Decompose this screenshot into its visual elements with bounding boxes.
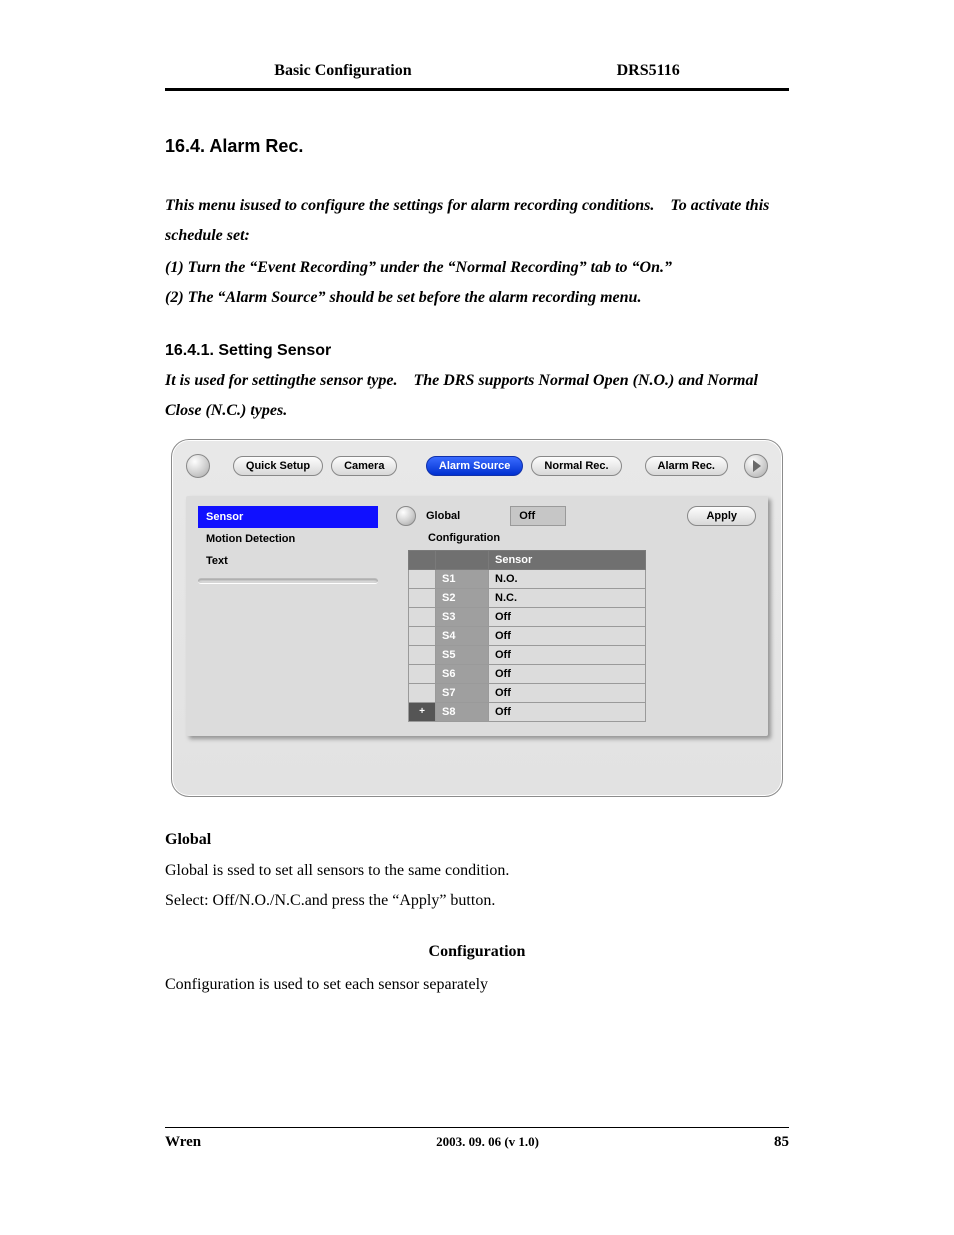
tab-alarm-source[interactable]: Alarm Source (426, 456, 524, 476)
section-intro: This menu isused to configure the settin… (165, 191, 789, 250)
configuration-text: Configuration is used to set each sensor… (165, 973, 789, 997)
header-rule (165, 88, 789, 91)
section-step-2: (2) The “Alarm Source” should be set bef… (165, 286, 789, 310)
sensor-value[interactable]: N.C. (489, 589, 646, 608)
sensor-table-header-blank2 (436, 551, 489, 570)
table-row: S7Off (409, 684, 646, 703)
subsection-title: 16.4.1. Setting Sensor (165, 342, 789, 360)
global-text-2: Select: Off/N.O./N.C.and press the “Appl… (165, 889, 789, 913)
expand-icon[interactable]: + (409, 703, 436, 722)
sensor-id: S3 (436, 608, 489, 627)
side-list: Sensor Motion Detection Text (198, 506, 378, 722)
section-step-1: (1) Turn the “Event Recording” under the… (165, 256, 789, 280)
sensor-value[interactable]: Off (489, 665, 646, 684)
sensor-id: S2 (436, 589, 489, 608)
table-row: S1N.O. (409, 570, 646, 589)
table-row: +S8Off (409, 703, 646, 722)
footer-page-number: 85 (774, 1134, 789, 1151)
sensor-table-header: Sensor (489, 551, 646, 570)
table-row: S3Off (409, 608, 646, 627)
side-separator (198, 578, 378, 584)
tab-alarm-rec[interactable]: Alarm Rec. (645, 456, 728, 476)
sensor-value[interactable]: Off (489, 646, 646, 665)
global-value[interactable]: Off (510, 506, 566, 526)
global-label: Global (426, 510, 460, 522)
nav-prev-icon[interactable] (186, 454, 210, 478)
table-row: S6Off (409, 665, 646, 684)
sensor-value[interactable]: Off (489, 608, 646, 627)
footer-date: 2003. 09. 06 (v 1.0) (436, 1134, 539, 1151)
sensor-id: S5 (436, 646, 489, 665)
sensor-id: S4 (436, 627, 489, 646)
sensor-value[interactable]: Off (489, 703, 646, 722)
configuration-label: Configuration (428, 532, 756, 544)
sensor-id: S6 (436, 665, 489, 684)
nav-next-icon[interactable] (744, 454, 768, 478)
subsection-intro: It is used for settingthe sensor type. T… (165, 366, 789, 425)
sensor-value[interactable]: N.O. (489, 570, 646, 589)
global-heading: Global (165, 825, 789, 855)
sensor-id: S7 (436, 684, 489, 703)
global-knob-icon[interactable] (396, 506, 416, 526)
sensor-value[interactable]: Off (489, 684, 646, 703)
side-item-text[interactable]: Text (198, 550, 378, 572)
header-right: DRS5116 (617, 62, 680, 80)
sensor-id: S8 (436, 703, 489, 722)
apply-button[interactable]: Apply (687, 506, 756, 526)
table-row: S2N.C. (409, 589, 646, 608)
header-left: Basic Configuration (274, 62, 411, 80)
tab-quick-setup[interactable]: Quick Setup (233, 456, 323, 476)
tab-normal-rec[interactable]: Normal Rec. (531, 456, 621, 476)
section-title: 16.4. Alarm Rec. (165, 136, 789, 157)
footer-brand: Wren (165, 1134, 201, 1151)
footer-rule (165, 1127, 789, 1128)
global-text-1: Global is ssed to set all sensors to the… (165, 859, 789, 883)
table-row: S5Off (409, 646, 646, 665)
side-item-motion-detection[interactable]: Motion Detection (198, 528, 378, 550)
table-row: S4Off (409, 627, 646, 646)
sensor-table-header-blank1 (409, 551, 436, 570)
side-item-sensor[interactable]: Sensor (198, 506, 378, 528)
tab-camera[interactable]: Camera (331, 456, 397, 476)
configuration-heading: Configuration (165, 937, 789, 967)
sensor-id: S1 (436, 570, 489, 589)
sensor-value[interactable]: Off (489, 627, 646, 646)
sensor-table: Sensor S1N.O. S2N.C. S3Off S4Off S5Off S… (408, 550, 646, 722)
ui-screenshot: Quick Setup Camera Alarm Source Normal R… (171, 439, 783, 797)
